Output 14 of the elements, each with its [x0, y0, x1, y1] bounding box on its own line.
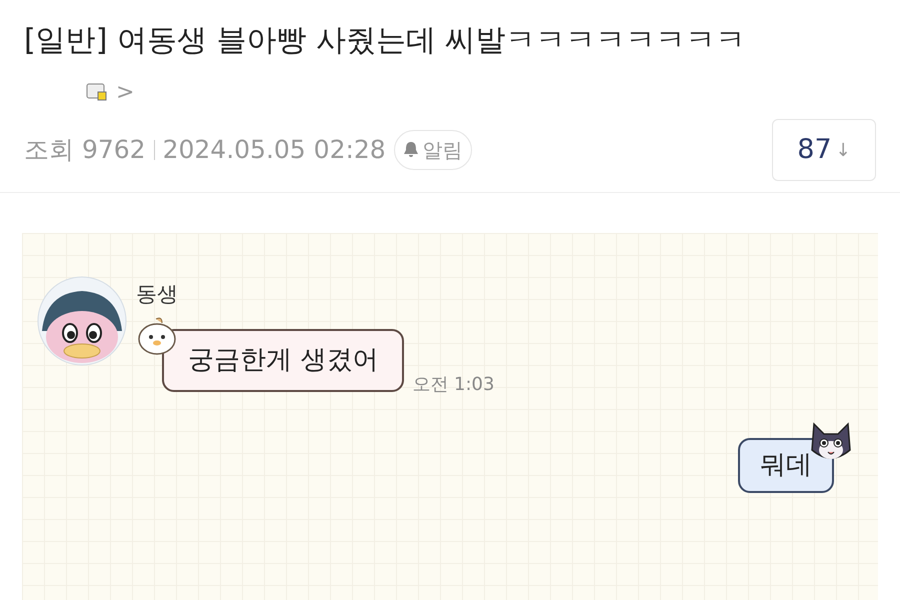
message-time: 오전 1:03 — [412, 372, 494, 396]
breadcrumb-arrow[interactable]: > — [116, 76, 134, 108]
post-title: [일반] 여동생 블아빵 사줬는데 씨발ㅋㅋㅋㅋㅋㅋㅋㅋ — [24, 22, 747, 60]
alarm-button[interactable]: 알림 — [394, 130, 472, 170]
bell-icon — [402, 141, 419, 159]
view-count: 조회 9762 — [24, 134, 146, 166]
chick-emoticon-icon — [136, 314, 178, 356]
comment-count-button[interactable]: 87↓ — [772, 119, 876, 181]
message-bubble: 궁금한게 생겼어 — [162, 328, 404, 392]
post-date: 2024.05.05 02:28 — [162, 134, 386, 166]
message-bubble: 뭐데 — [738, 438, 834, 492]
penguin-avatar-icon — [36, 275, 128, 367]
sender-name: 동생 — [136, 281, 179, 308]
image-file-icon — [86, 82, 108, 102]
